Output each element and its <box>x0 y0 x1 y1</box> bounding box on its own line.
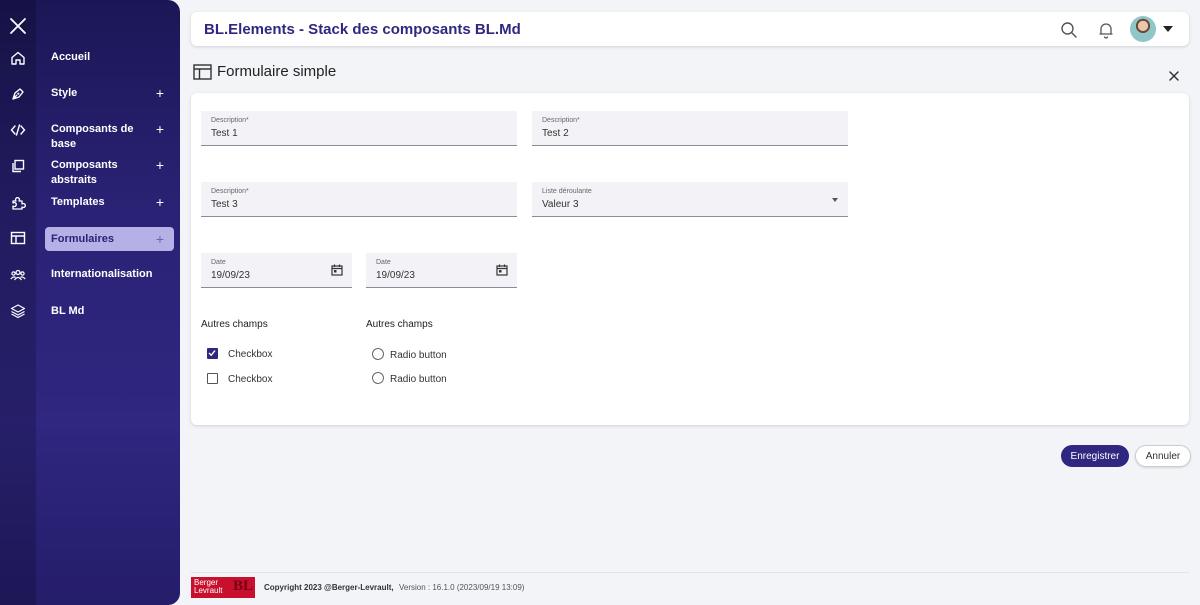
description-field-1[interactable]: Description* Test 1 <box>201 111 517 146</box>
dropdown-select[interactable]: Liste déroulante Valeur 3 <box>532 182 848 217</box>
home-icon[interactable] <box>10 50 26 66</box>
field-label: Date <box>211 259 226 266</box>
field-label: Description* <box>211 188 249 195</box>
logo-mark: BL <box>232 578 253 594</box>
field-value: Test 2 <box>542 128 569 139</box>
layers-icon[interactable] <box>10 303 26 319</box>
pen-icon[interactable] <box>10 86 26 102</box>
checkbox-unchecked[interactable] <box>207 373 218 384</box>
radio-label: Radio button <box>390 374 447 385</box>
sidebar-item-templates[interactable]: Templates + <box>45 195 174 210</box>
description-field-2[interactable]: Description* Test 2 <box>532 111 848 146</box>
field-value: 19/09/23 <box>376 270 415 281</box>
sidebar-item-label: Internationalisation <box>51 268 153 280</box>
footer-divider <box>191 572 1189 573</box>
copy-icon[interactable] <box>10 158 26 174</box>
radio-button[interactable] <box>372 348 384 360</box>
close-menu-icon[interactable] <box>8 16 28 36</box>
puzzle-icon[interactable] <box>10 195 26 211</box>
code-icon[interactable] <box>10 122 26 138</box>
expand-plus-icon[interactable]: + <box>152 195 168 209</box>
sidebar-item-style[interactable]: Style + <box>45 86 174 101</box>
form-layout-icon[interactable] <box>10 230 26 246</box>
field-label: Date <box>376 259 391 266</box>
page-title: Formulaire simple <box>217 63 337 80</box>
date-field-2[interactable]: Date 19/09/23 <box>366 253 517 288</box>
sidebar-item-formulaires[interactable]: Formulaires + <box>45 227 174 251</box>
avatar[interactable] <box>1130 16 1156 42</box>
chevron-down-icon[interactable] <box>1163 26 1173 32</box>
field-value: Test 3 <box>211 199 238 210</box>
description-field-3[interactable]: Description* Test 3 <box>201 182 517 217</box>
search-icon[interactable] <box>1060 21 1078 39</box>
form-layout-icon <box>193 64 212 80</box>
date-field-1[interactable]: Date 19/09/23 <box>201 253 352 288</box>
calendar-icon[interactable] <box>496 264 508 276</box>
sidebar-item-composants-de-base[interactable]: Composants de base + <box>45 122 174 152</box>
close-icon[interactable] <box>1168 70 1180 82</box>
sidebar-item-bl-md[interactable]: BL Md <box>45 304 174 319</box>
sidebar-item-label: Formulaires <box>51 232 114 245</box>
app-title: BL.Elements - Stack des composants BL.Md <box>204 21 521 38</box>
field-value: Valeur 3 <box>542 199 579 210</box>
cancel-button[interactable]: Annuler <box>1135 445 1191 467</box>
sidebar: Accueil Style + Composants de base + Com… <box>0 0 180 605</box>
radio-label: Radio button <box>390 350 447 361</box>
bell-icon[interactable] <box>1097 21 1115 39</box>
expand-plus-icon[interactable]: + <box>152 232 168 246</box>
top-bar: BL.Elements - Stack des composants BL.Md <box>191 12 1189 46</box>
checkmark-icon <box>208 350 216 357</box>
calendar-icon[interactable] <box>331 264 343 276</box>
field-value: 19/09/23 <box>211 270 250 281</box>
logo-text: Levrault <box>194 586 223 595</box>
berger-levrault-logo: Berger Levrault BL <box>191 577 255 598</box>
form-card: Description* Test 1 Description* Test 2 … <box>191 93 1189 425</box>
checkbox-group-title: Autres champs <box>201 319 268 330</box>
dropdown-arrow-icon <box>832 198 838 202</box>
sidebar-item-label: Composants abstraits <box>51 159 118 186</box>
sidebar-item-label: Accueil <box>51 51 91 63</box>
sidebar-item-internationalisation[interactable]: Internationalisation <box>45 267 174 282</box>
sidebar-item-label: Templates <box>51 196 105 208</box>
radio-button[interactable] <box>372 372 384 384</box>
footer-copyright: Copyright 2023 @Berger-Levrault, <box>264 583 394 592</box>
checkbox-label: Checkbox <box>228 349 273 360</box>
sidebar-item-label: BL Md <box>51 305 85 317</box>
checkbox-checked[interactable] <box>207 348 218 359</box>
radio-group-title: Autres champs <box>366 319 433 330</box>
expand-plus-icon[interactable]: + <box>152 158 168 172</box>
sidebar-item-label: Style <box>51 87 78 99</box>
sidebar-item-composants-abstraits[interactable]: Composants abstraits + <box>45 158 174 188</box>
field-value: Test 1 <box>211 128 238 139</box>
expand-plus-icon[interactable]: + <box>152 86 168 100</box>
sidebar-item-label: Composants de base <box>51 123 134 150</box>
save-button[interactable]: Enregistrer <box>1061 445 1129 467</box>
sidebar-item-accueil[interactable]: Accueil <box>45 50 174 65</box>
field-label: Liste déroulante <box>542 188 592 195</box>
field-label: Description* <box>542 117 580 124</box>
people-icon[interactable] <box>10 267 26 283</box>
expand-plus-icon[interactable]: + <box>152 122 168 136</box>
checkbox-label: Checkbox <box>228 374 273 385</box>
footer-version: Version : 16.1.0 (2023/09/19 13:09) <box>399 583 525 592</box>
field-label: Description* <box>211 117 249 124</box>
